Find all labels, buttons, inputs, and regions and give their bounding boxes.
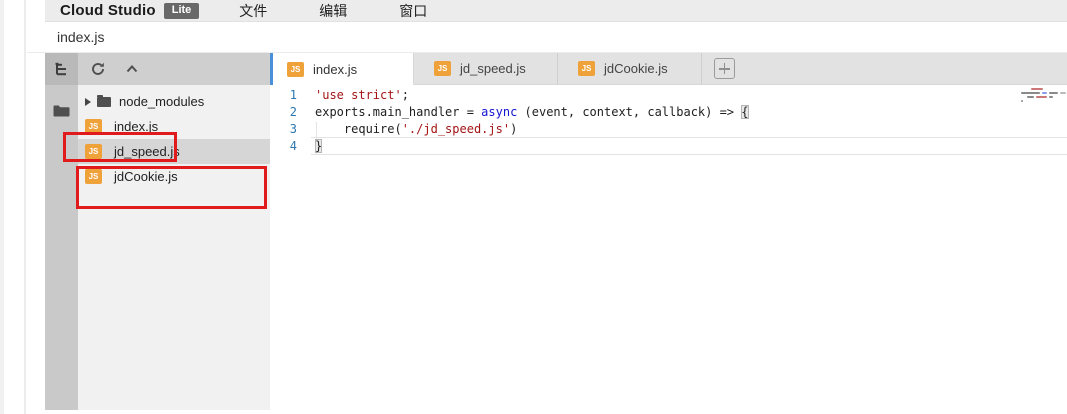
explorer-view-button[interactable] (45, 53, 78, 85)
token-string: './jd_speed.js' (402, 122, 510, 136)
sidebar-item-jdCookie-js[interactable]: JS jdCookie.js (78, 164, 270, 189)
token-plain: exports.main_handler = (315, 105, 481, 119)
editor-region: JS index.js JS jd_speed.js JS jdCookie.js 1 'u… (270, 53, 1067, 410)
menu-window[interactable]: 窗口 (399, 1, 427, 21)
token-plain: ; (402, 88, 409, 102)
js-file-icon: JS (85, 119, 102, 134)
code-lines: 1 'use strict'; 2 exports.main_handler = as… (270, 87, 1067, 155)
code-text: exports.main_handler = async (event, con… (315, 104, 749, 121)
code-line[interactable]: 4} (270, 138, 1067, 155)
minimap-line (1021, 88, 1067, 90)
js-file-icon: JS (85, 169, 102, 184)
new-tab-button[interactable] (714, 58, 735, 79)
js-file-icon: JS (578, 61, 595, 76)
token-plain: ) (510, 122, 517, 136)
menu-file[interactable]: 文件 (239, 1, 267, 21)
file-explorer-panel: node_modules JS index.js JS jd_speed.js JS jdC… (78, 53, 270, 410)
js-file-icon: JS (434, 61, 451, 76)
file-tree: node_modules JS index.js JS jd_speed.js JS jdC… (78, 85, 270, 189)
explorer-toolbar (78, 53, 270, 85)
menu-edit[interactable]: 编辑 (319, 1, 347, 21)
line-number: 3 (270, 121, 304, 138)
line-number: 2 (270, 104, 304, 121)
tab-label: jdCookie.js (604, 61, 668, 76)
tree-view-icon (54, 61, 70, 77)
tab-bar: JS index.js JS jd_speed.js JS jdCookie.js (270, 53, 1067, 85)
js-file-icon: JS (287, 62, 304, 77)
file-name: jdCookie.js (114, 169, 178, 184)
menu-bar: 文件 编辑 窗口 (239, 1, 427, 21)
folder-icon (97, 97, 111, 107)
code-editor[interactable]: 1 'use strict'; 2 exports.main_handler = as… (270, 85, 1067, 408)
sidebar-item-node_modules[interactable]: node_modules (78, 89, 270, 114)
token-plain: (event, context, callback) => (517, 105, 741, 119)
code-text: 'use strict'; (315, 87, 409, 104)
tab-index-js[interactable]: JS index.js (270, 53, 414, 85)
sidebar-item-jd_speed-js[interactable]: JS jd_speed.js (78, 139, 270, 164)
window-left-divider (24, 0, 26, 414)
js-file-icon: JS (85, 144, 102, 159)
token-string: 'use strict' (315, 88, 402, 102)
workspace-folder-button[interactable] (45, 93, 78, 127)
folder-icon (53, 104, 70, 117)
tab-label: jd_speed.js (460, 61, 526, 76)
line-number: 1 (270, 87, 304, 104)
collapse-all-icon[interactable] (125, 63, 139, 75)
tab-jd_speed-js[interactable]: JS jd_speed.js (414, 53, 558, 84)
refresh-icon[interactable] (91, 62, 105, 76)
minimap-line (1021, 92, 1067, 94)
open-file-name: index.js (57, 29, 104, 45)
code-line[interactable]: 1 'use strict'; (270, 87, 1067, 104)
tab-jdCookie-js[interactable]: JS jdCookie.js (558, 53, 702, 84)
token-bracket-match: } (315, 139, 322, 153)
file-name: jd_speed.js (114, 144, 180, 159)
activity-bar (45, 53, 78, 410)
top-menu-bar: Cloud Studio Lite 文件 编辑 窗口 (45, 0, 1067, 22)
lite-badge: Lite (164, 3, 200, 19)
app-title: Cloud Studio (60, 2, 156, 19)
expander-icon[interactable] (85, 98, 91, 106)
sidebar-item-index-js[interactable]: JS index.js (78, 114, 270, 139)
minimap-line (1021, 100, 1067, 102)
code-line[interactable]: 3 require('./jd_speed.js') (270, 121, 1067, 138)
window-left-strip (0, 0, 4, 414)
minimap[interactable] (1021, 88, 1067, 102)
token-keyword: async (481, 105, 517, 119)
new-tab-cell (702, 53, 746, 84)
open-file-bar: index.js (27, 22, 1067, 53)
file-name: index.js (114, 119, 158, 134)
token-plain: require( (315, 122, 402, 136)
token-bracket-match: { (741, 105, 748, 119)
line-number: 4 (270, 138, 304, 155)
tab-label: index.js (313, 62, 357, 77)
code-line[interactable]: 2 exports.main_handler = async (event, co… (270, 104, 1067, 121)
minimap-line (1021, 96, 1067, 98)
file-name: node_modules (119, 94, 204, 109)
code-text: require('./jd_speed.js') (315, 121, 517, 138)
code-text: } (315, 138, 322, 155)
